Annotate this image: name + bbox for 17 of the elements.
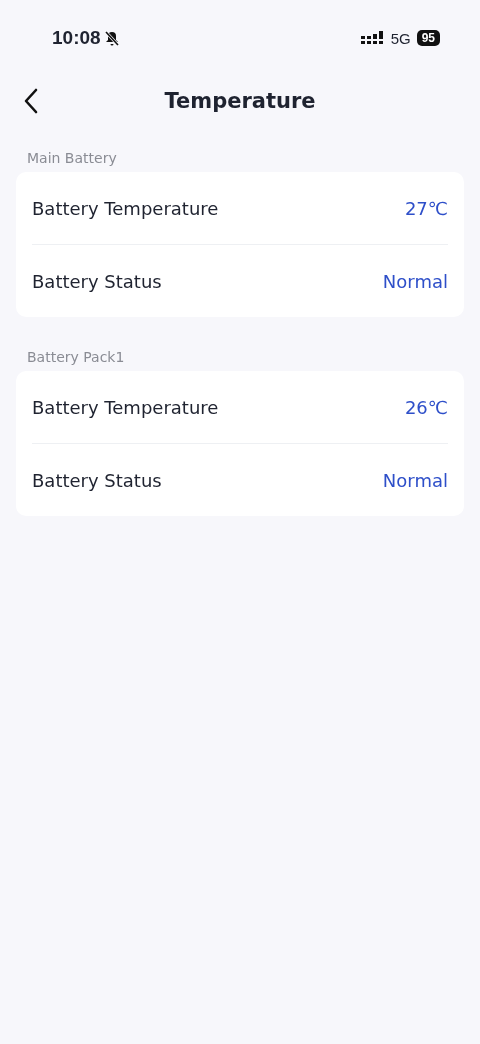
section-title: Main Battery xyxy=(27,150,117,166)
network-type: 5G xyxy=(390,29,411,47)
status-time: 10:08 xyxy=(52,27,101,49)
row-label: Battery Status xyxy=(32,270,162,292)
signal-icon xyxy=(360,31,385,45)
row-label: Battery Temperature xyxy=(32,396,219,418)
row-value: Normal xyxy=(382,469,448,491)
bell-muted-icon xyxy=(103,29,120,47)
row-value: Normal xyxy=(382,270,448,292)
row-value: 27℃ xyxy=(404,197,448,219)
row-label: Battery Status xyxy=(32,469,162,491)
row-label: Battery Temperature xyxy=(32,197,219,219)
back-button[interactable] xyxy=(24,88,38,114)
section-title: Battery Pack1 xyxy=(27,349,125,365)
row-value: 26℃ xyxy=(404,396,448,418)
page-title: Temperature xyxy=(164,89,316,113)
battery-level: 95 xyxy=(416,30,440,46)
